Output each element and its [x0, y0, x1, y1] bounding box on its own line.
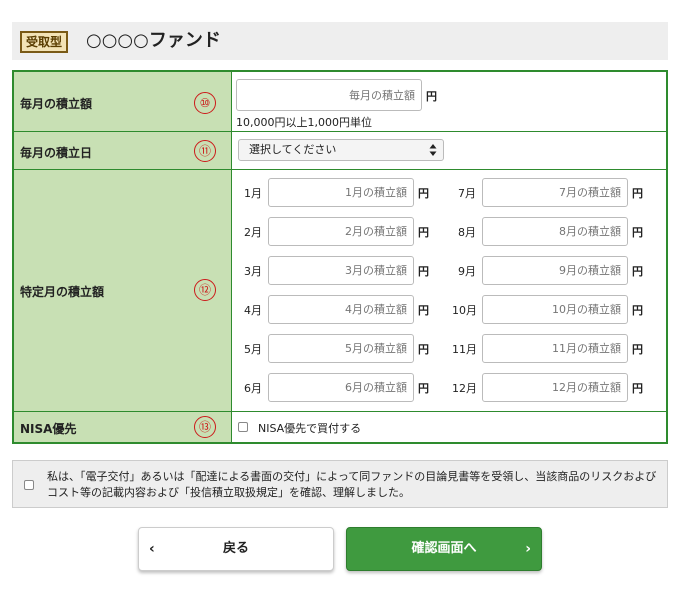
monthly-date-label-cell: 毎月の積立日 ⑪ — [14, 132, 232, 169]
next-button[interactable]: 確認画面へ › — [346, 527, 542, 571]
nisa-label: NISA優先 — [20, 422, 77, 436]
title-bar: 受取型 ○○○○ファンド — [12, 22, 668, 60]
fund-name: ○○○○ファンド — [86, 30, 221, 51]
monthly-date-label: 毎月の積立日 — [20, 146, 93, 160]
monthly-amount-label-cell: 毎月の積立額 ⑩ — [14, 72, 232, 131]
consent-text: 私は、「電子交付」あるいは「配達による書面の交付」によって同ファンドの目論見書等… — [47, 470, 657, 499]
month-5-yen: 円 — [418, 343, 429, 356]
monthly-amount-label: 毎月の積立額 — [20, 97, 93, 111]
month-9-yen: 円 — [632, 265, 643, 278]
month-12-input[interactable] — [482, 373, 628, 402]
form-table: 毎月の積立額 ⑩ 円 10,000円以上1,000円単位 毎月の積立日 ⑪ 選択… — [12, 70, 668, 444]
month-4-yen: 円 — [418, 304, 429, 317]
month-7-yen: 円 — [632, 187, 643, 200]
month-label-8: 8月 — [458, 226, 476, 239]
nisa-checkbox-label[interactable]: NISA優先で買付する — [258, 420, 361, 436]
month-label-11: 11月 — [452, 343, 477, 356]
step-number-12: ⑫ — [194, 279, 216, 301]
month-3-yen: 円 — [418, 265, 429, 278]
month-label-10: 10月 — [452, 304, 477, 317]
select-arrows-icon — [429, 144, 437, 156]
step-number-13: ⑬ — [194, 416, 216, 438]
specific-month-label-cell: 特定月の積立額 ⑫ — [14, 170, 232, 411]
monthly-amount-hint: 10,000円以上1,000円単位 — [236, 116, 372, 129]
nisa-checkbox[interactable] — [238, 422, 248, 432]
month-1-yen: 円 — [418, 187, 429, 200]
month-label-1: 1月 — [244, 187, 262, 200]
nisa-label-cell: NISA優先 ⑬ — [14, 412, 232, 442]
monthly-amount-input[interactable] — [236, 79, 422, 111]
month-11-yen: 円 — [632, 343, 643, 356]
specific-month-row: 特定月の積立額 ⑫ 1月 円 2月 円 3月 円 4月 円 5月 円 6月 円 … — [14, 170, 666, 412]
month-2-input[interactable] — [268, 217, 414, 246]
month-3-input[interactable] — [268, 256, 414, 285]
month-8-yen: 円 — [632, 226, 643, 239]
consent-box: 私は、「電子交付」あるいは「配達による書面の交付」によって同ファンドの目論見書等… — [12, 460, 668, 508]
month-label-9: 9月 — [458, 265, 476, 278]
consent-checkbox[interactable] — [24, 480, 34, 490]
month-8-input[interactable] — [482, 217, 628, 246]
monthly-date-select-value: 選択してください — [249, 143, 337, 156]
nisa-row: NISA優先 ⑬ NISA優先で買付する — [14, 412, 666, 442]
month-4-input[interactable] — [268, 295, 414, 324]
month-label-2: 2月 — [244, 226, 262, 239]
month-1-input[interactable] — [268, 178, 414, 207]
step-number-10: ⑩ — [194, 92, 216, 114]
month-label-7: 7月 — [458, 187, 476, 200]
monthly-date-row: 毎月の積立日 ⑪ 選択してください — [14, 132, 666, 170]
back-button[interactable]: ‹ 戻る — [138, 527, 334, 571]
month-5-input[interactable] — [268, 334, 414, 363]
month-label-3: 3月 — [244, 265, 262, 278]
month-10-input[interactable] — [482, 295, 628, 324]
month-6-yen: 円 — [418, 382, 429, 395]
month-label-12: 12月 — [452, 382, 477, 395]
monthly-date-select[interactable]: 選択してください — [238, 139, 444, 161]
month-7-input[interactable] — [482, 178, 628, 207]
step-number-11: ⑪ — [194, 140, 216, 162]
monthly-amount-yen: 円 — [426, 90, 437, 103]
month-6-input[interactable] — [268, 373, 414, 402]
month-10-yen: 円 — [632, 304, 643, 317]
month-label-4: 4月 — [244, 304, 262, 317]
fund-type-badge: 受取型 — [20, 31, 69, 53]
next-button-label: 確認画面へ — [411, 541, 477, 556]
chevron-left-icon: ‹ — [149, 541, 155, 557]
specific-month-label: 特定月の積立額 — [20, 285, 105, 299]
month-label-5: 5月 — [244, 343, 262, 356]
back-button-label: 戻る — [222, 541, 249, 556]
month-2-yen: 円 — [418, 226, 429, 239]
month-12-yen: 円 — [632, 382, 643, 395]
month-9-input[interactable] — [482, 256, 628, 285]
monthly-amount-row: 毎月の積立額 ⑩ 円 10,000円以上1,000円単位 — [14, 72, 666, 132]
month-label-6: 6月 — [244, 382, 262, 395]
month-11-input[interactable] — [482, 334, 628, 363]
chevron-right-icon: › — [525, 541, 531, 557]
